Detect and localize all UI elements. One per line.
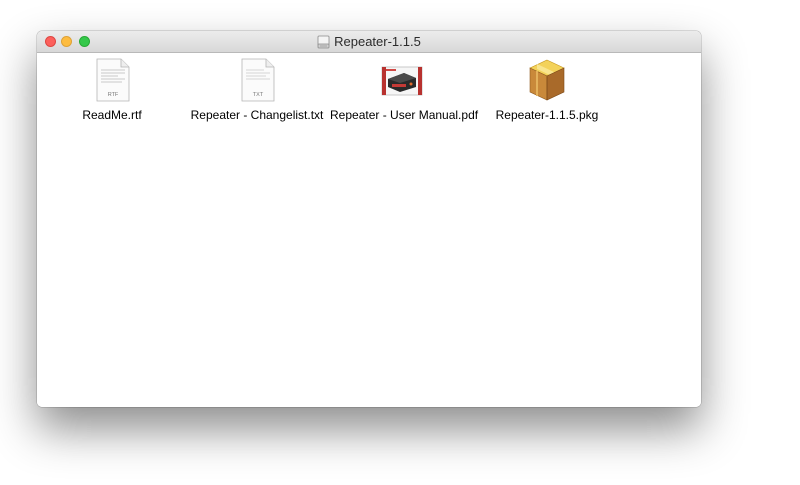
file-item-changelist[interactable]: TXT Repeater - Changelist.txt xyxy=(185,58,329,126)
folder-content[interactable]: RTF ReadMe.rtf TXT Repeater - Changelist… xyxy=(37,53,701,407)
file-name-label: Repeater - User Manual.pdf xyxy=(330,108,479,122)
finder-window[interactable]: Repeater-1.1.5 RTF ReadMe.rtf TXT Repeat… xyxy=(37,31,701,407)
window-title: Repeater-1.1.5 xyxy=(334,34,421,49)
pdf-document-icon xyxy=(381,66,423,96)
file-item-readme[interactable]: RTF ReadMe.rtf xyxy=(40,58,184,126)
file-name-label: Repeater - Changelist.txt xyxy=(190,108,324,122)
desktop: Repeater-1.1.5 RTF ReadMe.rtf TXT Repeat… xyxy=(0,0,800,485)
title-bar[interactable]: Repeater-1.1.5 xyxy=(37,31,701,53)
file-item-user-manual[interactable]: Repeater - User Manual.pdf xyxy=(330,58,479,126)
disk-image-icon xyxy=(317,35,330,48)
file-name-label: Repeater-1.1.5.pkg xyxy=(495,108,599,122)
rtf-badge-text: RTF xyxy=(108,92,119,98)
file-item-package[interactable]: Repeater-1.1.5.pkg xyxy=(475,58,619,126)
rtf-document-icon: RTF xyxy=(96,58,130,102)
txt-document-icon: TXT xyxy=(241,58,275,102)
file-name-label: ReadMe.rtf xyxy=(82,108,142,122)
window-title-group: Repeater-1.1.5 xyxy=(37,31,701,52)
installer-package-icon xyxy=(529,59,565,101)
txt-badge-text: TXT xyxy=(253,92,264,98)
